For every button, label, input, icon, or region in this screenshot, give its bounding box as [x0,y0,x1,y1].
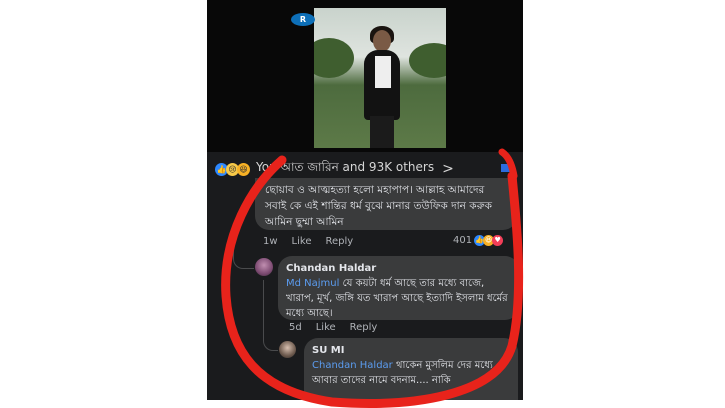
reply-button[interactable]: Reply [325,236,353,247]
thread-line [263,280,278,351]
phone-screen: R 👍 😢 😆 You আত জারিন and 93K others > ছো… [207,0,523,400]
reaction-count: 401 [453,235,473,246]
comment-bubble: SU MI Chandan Haldar থাকেন মুসলিম দের মধ… [304,338,518,400]
tree-shape [409,43,446,78]
reply-button[interactable]: Reply [350,322,378,333]
video-player[interactable]: R [207,0,523,152]
menu-icon[interactable] [501,164,513,172]
thread-line [233,250,254,269]
comment-actions: 1w Like Reply [263,236,353,247]
comment-time: 1w [263,236,278,247]
haha-icon: 😆 [237,162,250,176]
like-button[interactable]: Like [316,322,336,333]
channel-logo: R [291,13,315,26]
comment-author[interactable]: Chandan Haldar [286,261,511,276]
reactions-bar[interactable]: 👍 😢 😆 You আত জারিন and 93K others > [215,160,454,178]
person-head [373,30,391,52]
mention-link[interactable]: Md Najmul [286,278,343,289]
comment-reaction-count[interactable]: 401 👍 😆 ♥ [453,235,504,246]
comment-text: থাকেন মুসলিম দের মধ্যে [395,360,493,371]
comment-bubble: Chandan Haldar Md Najmul যে কয়টা ধর্ম আ… [278,256,519,320]
avatar[interactable] [255,258,273,276]
person-shirt [375,56,391,88]
tree-shape [314,38,354,78]
heart-icon: ♥ [492,235,504,246]
comment-text: আবার তাদের নামে বদনাম.... নাকি [312,375,451,386]
comment-time: 5d [289,322,302,333]
reactions-summary[interactable]: You আত জারিন and 93K others [256,159,434,179]
comment-actions: 5d Like Reply [289,322,377,333]
comment-text: ছোয়াব ও আত্মহত্যা হলো মহাপাপ। আল্লাহ আম… [265,184,492,228]
like-button[interactable]: Like [292,236,312,247]
comment-bubble: ছোয়াব ও আত্মহত্যা হলো মহাপাপ। আল্লাহ আম… [255,178,517,230]
mention-link[interactable]: Chandan Haldar [312,360,396,371]
comment-author[interactable]: SU MI [312,343,510,358]
chevron-right-icon[interactable]: > [442,161,454,177]
video-thumbnail[interactable] [314,8,446,148]
avatar[interactable] [279,341,296,358]
person-legs [370,116,394,148]
